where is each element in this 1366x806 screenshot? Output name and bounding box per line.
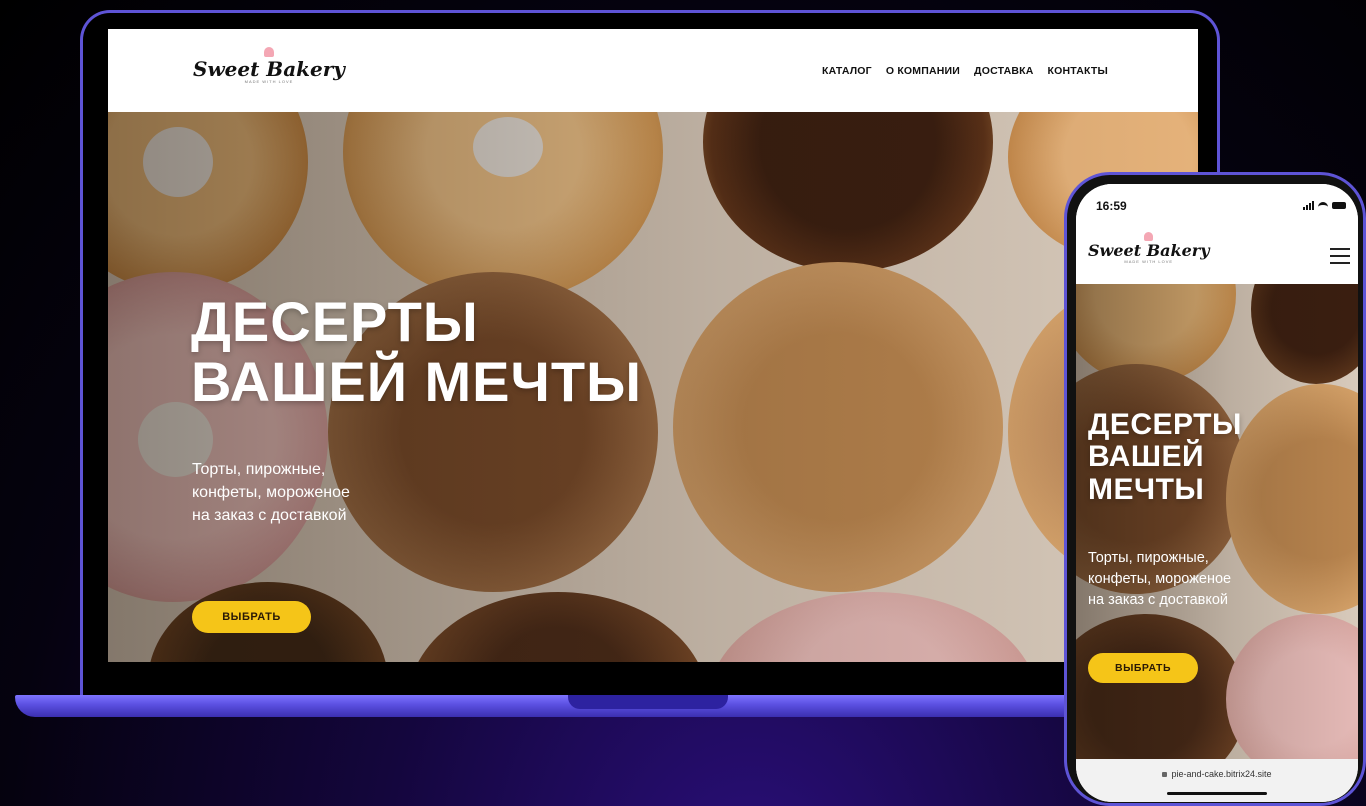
hero-subtitle-line2: конфеты, мороженое <box>192 484 350 502</box>
nav-catalog[interactable]: КАТАЛОГ <box>822 65 872 77</box>
mobile-logo[interactable]: Sweet Bakery MADE WITH LOVE <box>1088 232 1210 264</box>
home-indicator[interactable] <box>1167 792 1267 795</box>
logo-tagline: MADE WITH LOVE <box>244 79 294 84</box>
battery-icon <box>1332 202 1346 209</box>
status-bar: 16:59 <box>1076 184 1358 230</box>
cupcake-icon <box>1144 232 1154 241</box>
hero-subtitle: Торты, пирожные, конфеты, мороженое на з… <box>192 458 350 528</box>
mobile-hero: ДЕСЕРТЫ ВАШЕЙ МЕЧТЫ Торты, пирожные, кон… <box>1076 284 1358 759</box>
menu-icon[interactable] <box>1330 248 1350 269</box>
mobile-choose-button[interactable]: ВЫБРАТЬ <box>1088 653 1198 683</box>
logo-tagline: MADE WITH LOVE <box>1124 259 1174 264</box>
mobile-subtitle-line3: на заказ с доставкой <box>1088 592 1229 609</box>
signal-icon <box>1303 201 1314 210</box>
nav-delivery[interactable]: ДОСТАВКА <box>974 65 1033 77</box>
mobile-header: Sweet Bakery MADE WITH LOVE <box>1076 230 1358 284</box>
mobile-hero-subtitle: Торты, пирожные, конфеты, мороженое на з… <box>1088 548 1231 611</box>
url-value: pie-and-cake.bitrix24.site <box>1171 769 1272 779</box>
hero-title-line2: ВАШЕЙ МЕЧТЫ <box>191 350 642 414</box>
mobile-hero-title: ДЕСЕРТЫ ВАШЕЙ МЕЧТЫ <box>1088 408 1242 506</box>
hero-overlay <box>1076 284 1358 759</box>
hero-title: ДЕСЕРТЫ ВАШЕЙ МЕЧТЫ <box>191 290 642 414</box>
lock-icon <box>1162 772 1168 777</box>
nav-about[interactable]: О КОМПАНИИ <box>886 65 960 77</box>
laptop-screen: Sweet Bakery MADE WITH LOVE КАТАЛОГ О КО… <box>108 29 1198 662</box>
wifi-icon <box>1318 202 1328 209</box>
hero-section: ДЕСЕРТЫ ВАШЕЙ МЕЧТЫ Торты, пирожные, кон… <box>108 112 1198 662</box>
site-header: Sweet Bakery MADE WITH LOVE КАТАЛОГ О КО… <box>108 29 1198 112</box>
status-icons <box>1303 201 1346 210</box>
status-time: 16:59 <box>1096 199 1127 213</box>
mobile-title-line2: ВАШЕЙ <box>1088 440 1205 474</box>
mobile-title-line3: МЕЧТЫ <box>1088 472 1205 506</box>
mobile-subtitle-line2: конфеты, мороженое <box>1088 571 1232 588</box>
cupcake-icon <box>263 47 274 57</box>
hero-subtitle-line3: на заказ с доставкой <box>192 507 347 525</box>
mobile-subtitle-line1: Торты, пирожные, <box>1088 550 1209 566</box>
hero-title-line1: ДЕСЕРТЫ <box>191 290 479 353</box>
main-nav: КАТАЛОГ О КОМПАНИИ ДОСТАВКА КОНТАКТЫ <box>822 65 1108 77</box>
url-text: pie-and-cake.bitrix24.site <box>1076 769 1358 779</box>
browser-url-bar[interactable]: pie-and-cake.bitrix24.site <box>1076 759 1358 802</box>
logo-text: Sweet Bakery <box>193 57 345 81</box>
choose-button[interactable]: ВЫБРАТЬ <box>192 601 311 633</box>
laptop-notch <box>568 695 728 709</box>
logo-text: Sweet Bakery <box>1088 241 1210 260</box>
mobile-title-line1: ДЕСЕРТЫ <box>1088 408 1242 441</box>
phone-screen: 16:59 Sweet Bakery MADE WITH LOVE ДЕСЕРТ… <box>1076 184 1358 802</box>
site-logo[interactable]: Sweet Bakery MADE WITH LOVE <box>193 47 345 84</box>
hero-subtitle-line1: Торты, пирожные, <box>192 461 326 478</box>
nav-contacts[interactable]: КОНТАКТЫ <box>1048 65 1108 77</box>
